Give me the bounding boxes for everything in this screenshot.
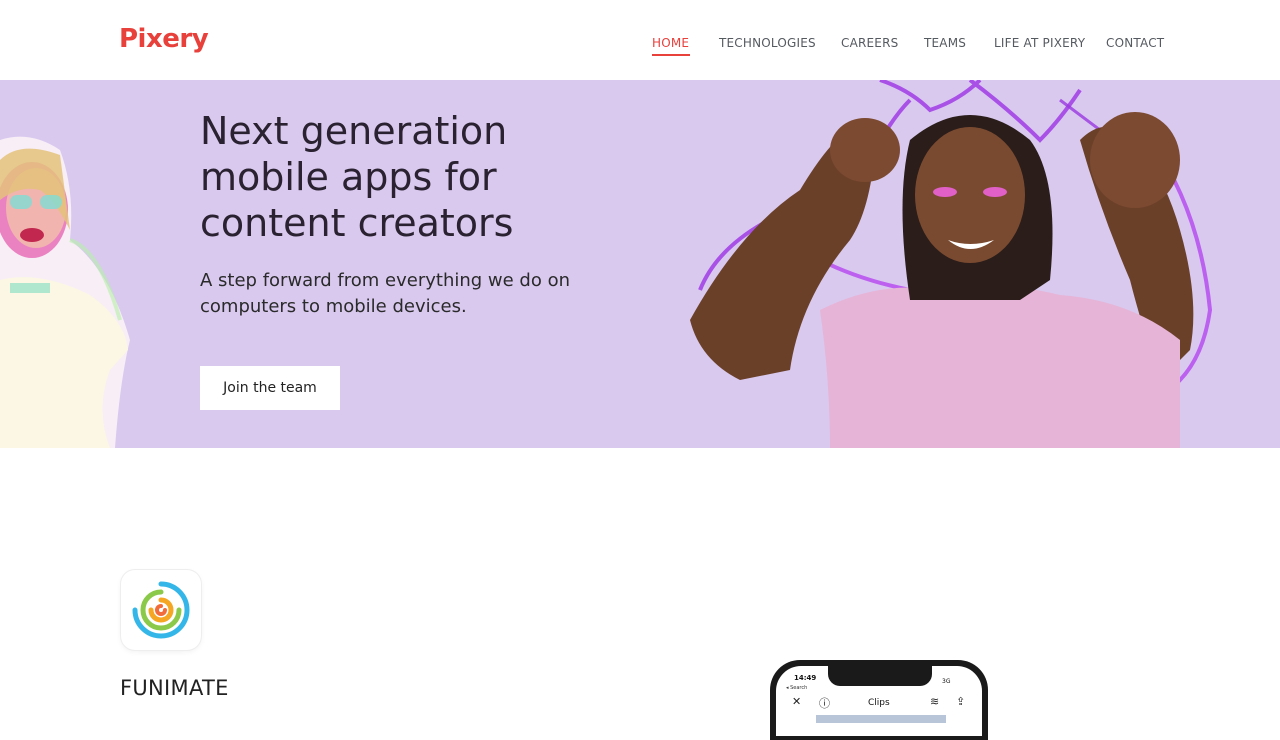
nav-teams[interactable]: TEAMS [924,36,966,56]
close-icon: ✕ [792,695,802,708]
hero-photo-right [690,80,1213,448]
funimate-spiral-icon [132,581,190,639]
funimate-app-icon[interactable] [121,570,201,650]
pixery-logo[interactable]: Pixery [119,24,209,54]
nav-careers[interactable]: CAREERS [841,36,898,56]
join-the-team-button[interactable]: Join the team [200,366,340,410]
help-icon: ⓘ [819,697,830,710]
phone-back-link: ◂ Search [786,685,808,691]
phone-notch [828,664,932,686]
layers-icon: ≋ [930,695,940,708]
phone-time: 14:49 [794,674,817,682]
app-name: FUNIMATE [120,676,229,700]
nav-active-underline [652,54,690,56]
hero-title: Next generation mobile apps for content … [200,109,514,245]
hero-subtitle: A step forward from everything we do on … [200,270,571,317]
nav-technologies[interactable]: TECHNOLOGIES [719,36,816,56]
phone-signal: 3G [942,678,951,685]
hero-banner: Next generation mobile apps for content … [0,80,1280,448]
nav-life-at-pixery[interactable]: LIFE AT PIXERY [994,36,1085,56]
share-icon: ⇪ [956,695,966,708]
phone-screen-title: Clips [868,698,890,708]
site-header: Pixery HOME TECHNOLOGIES CAREERS TEAMS L… [0,0,1280,80]
phone-clip-strip [816,715,946,723]
nav-contact[interactable]: CONTACT [1106,36,1164,56]
nav-home[interactable]: HOME [652,36,689,56]
hero-photo-left [0,136,130,448]
